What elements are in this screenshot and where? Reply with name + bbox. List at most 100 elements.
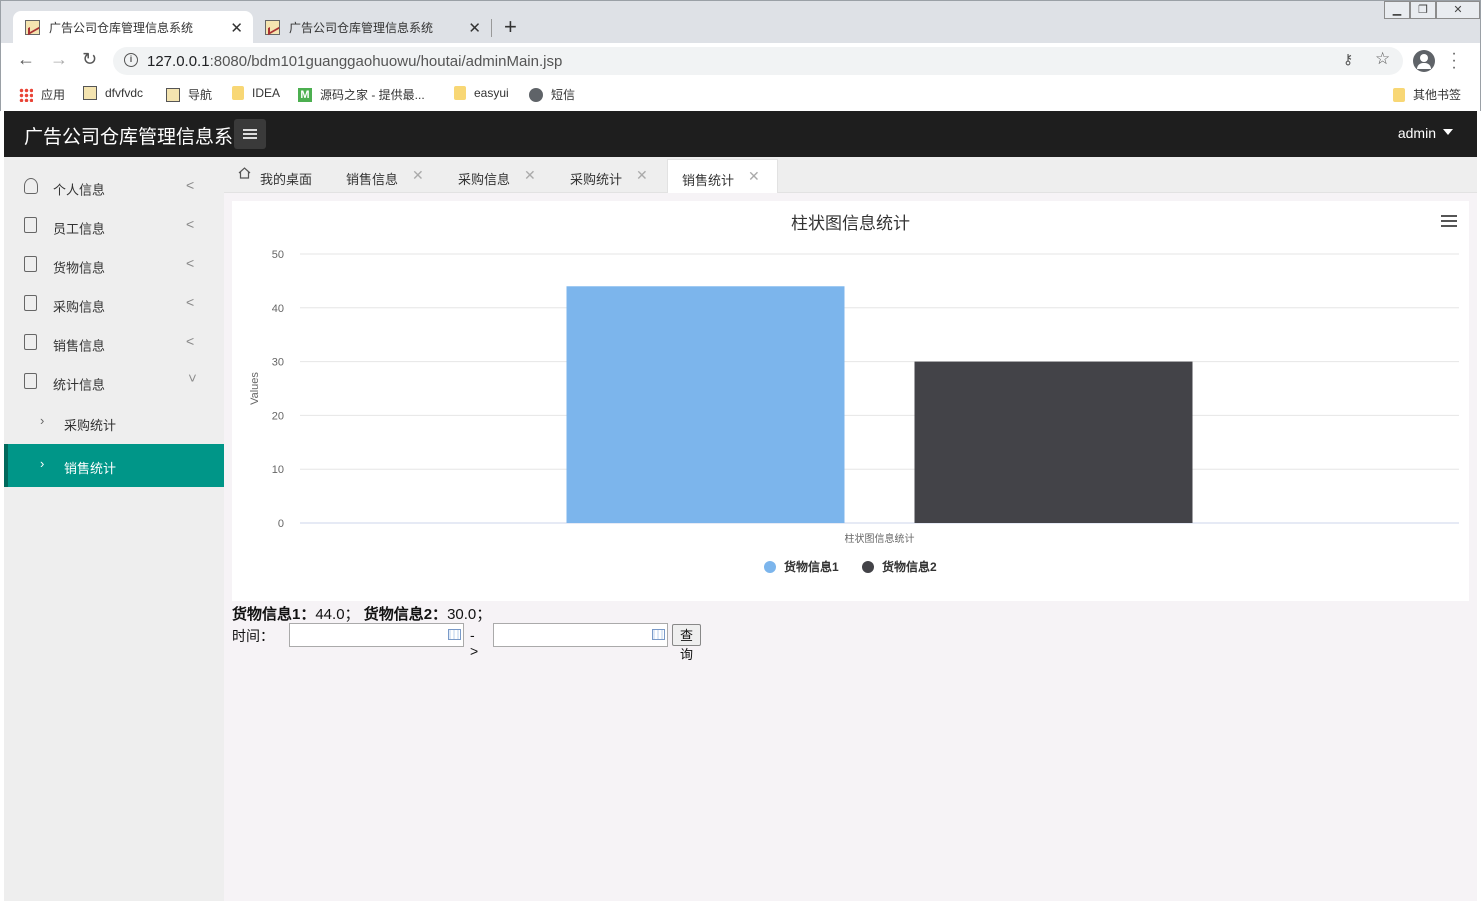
app-title: 广告公司仓库管理信息系 [24, 127, 234, 148]
browser-tab[interactable]: 广告公司仓库管理信息系统 ✕ [13, 11, 253, 44]
legend-label: 货物信息2 [882, 559, 937, 574]
chevron-left-icon: < [186, 294, 195, 310]
browser-tabstrip: 广告公司仓库管理信息系统 ✕ 广告公司仓库管理信息系统 ✕ + ▁ ❐ ✕ [0, 0, 1481, 44]
main-content: 我的桌面 销售信息 ✕ 采购信息 ✕ 采购统计 ✕ 销售统计 ✕ 柱状图信息统计… [224, 157, 1477, 901]
summary-label-1: 货物信息1： [232, 606, 316, 623]
chevron-left-icon: < [186, 177, 195, 193]
y-tick-label: 30 [272, 357, 284, 369]
sidebar-item-purchase-info[interactable]: 采购信息 < [4, 284, 224, 323]
tab-purchase-info[interactable]: 采购信息 ✕ [442, 159, 554, 193]
menu-toggle-button[interactable] [234, 119, 266, 149]
chevron-right-icon: › [40, 456, 45, 471]
tab-sales-info[interactable]: 销售信息 ✕ [330, 159, 442, 193]
sidebar: 个人信息 < 员工信息 < 货物信息 < 采购信息 < 销售信息 < 统计信息 … [4, 157, 224, 901]
start-date-input[interactable] [289, 623, 464, 647]
legend-marker [764, 561, 776, 573]
legend-label: 货物信息1 [784, 559, 839, 574]
back-icon[interactable]: ← [17, 49, 35, 70]
tab-sales-stats[interactable]: 销售统计 ✕ [667, 159, 778, 193]
chevron-right-icon: › [40, 413, 45, 428]
close-tab-icon[interactable]: ✕ [230, 19, 243, 37]
bar-2 [914, 361, 1193, 523]
profile-avatar-icon[interactable] [1413, 50, 1435, 72]
query-button[interactable]: 查询 [672, 624, 702, 662]
y-axis-label: Values [249, 372, 261, 405]
bookmarks-bar: 应用 dfvfvdc 导航 IDEA M 源码之家 - 提供最... easyui… [0, 79, 1481, 111]
tab-desktop[interactable]: 我的桌面 [224, 159, 330, 193]
sidebar-item-goods-info[interactable]: 货物信息 < [4, 245, 224, 284]
close-icon[interactable]: ✕ [748, 168, 760, 185]
apps-grid-icon [19, 87, 33, 102]
close-icon[interactable]: ✕ [524, 167, 536, 184]
folder-icon [454, 86, 466, 100]
end-date-input[interactable] [493, 623, 668, 647]
summary-value-1: 44.0； [315, 606, 360, 623]
calendar-icon[interactable] [448, 629, 461, 640]
bookmark-item[interactable]: 导航 [166, 86, 212, 103]
minimize-icon[interactable]: ▁ [1384, 1, 1410, 19]
content-tabs: 我的桌面 销售信息 ✕ 采购信息 ✕ 采购统计 ✕ 销售统计 ✕ [224, 157, 1477, 193]
bar-chart: 0 10 20 30 40 50 Values 柱状图信息统计货物信息1 货物信息2 [249, 249, 1459, 574]
user-menu[interactable]: admin [1398, 125, 1453, 141]
home-icon [238, 167, 251, 179]
chevron-left-icon: < [186, 333, 195, 349]
sidebar-subitem-sales-stats[interactable]: › 销售统计 [4, 444, 224, 487]
sidebar-item-employee-info[interactable]: 员工信息 < [4, 206, 224, 245]
chart-panel: 柱状图信息统计 0 10 20 30 40 50 Values 柱状图信息统计货物信息1 货物信… [232, 201, 1469, 601]
url-field[interactable]: i 127.0.0.1:8080/bdm101guanggaohuowu/hou… [113, 47, 1403, 75]
new-tab-icon[interactable]: + [504, 14, 517, 40]
bookmark-item[interactable]: M 源码之家 - 提供最... [298, 86, 425, 103]
forward-icon[interactable]: → [50, 49, 68, 70]
bookmark-item[interactable]: easyui [454, 86, 509, 100]
window-close-icon[interactable]: ✕ [1436, 1, 1480, 19]
chevron-down-icon: < [184, 373, 201, 383]
reload-icon[interactable]: ↻ [82, 49, 97, 70]
chevron-left-icon: < [186, 216, 195, 232]
folder-icon [1393, 87, 1405, 102]
m-logo-icon: M [298, 87, 312, 102]
time-label: 时间： [232, 628, 274, 644]
y-tick-label: 50 [272, 249, 284, 261]
document-icon [24, 256, 37, 272]
globe-icon [529, 87, 543, 102]
close-icon[interactable]: ✕ [636, 167, 648, 184]
site-favicon-icon [25, 20, 40, 35]
summary-text: 货物信息1：44.0； 货物信息2：30.0； [232, 603, 491, 624]
sidebar-subitem-purchase-stats[interactable]: › 采购统计 [4, 401, 224, 444]
y-tick-label: 10 [272, 464, 284, 476]
url-text: 127.0.0.1:8080/bdm101guanggaohuowu/houta… [147, 53, 563, 70]
sidebar-item-sales-info[interactable]: 销售信息 < [4, 323, 224, 362]
legend-marker [862, 561, 874, 573]
bookmark-item[interactable]: dfvfvdc [83, 86, 143, 100]
app-header: 广告公司仓库管理信息系 admin [4, 111, 1477, 157]
tab-purchase-stats[interactable]: 采购统计 ✕ [554, 159, 666, 193]
sidebar-item-personal-info[interactable]: 个人信息 < [4, 167, 224, 206]
y-tick-label: 0 [278, 518, 284, 530]
bookmark-item[interactable]: 应用 [19, 86, 65, 103]
restore-icon[interactable]: ❐ [1410, 1, 1436, 19]
document-icon [24, 334, 37, 350]
user-icon [24, 178, 38, 194]
key-icon[interactable]: ⚷ [1343, 51, 1353, 68]
site-favicon-icon [166, 87, 180, 102]
sidebar-item-statistics[interactable]: 统计信息 < [4, 362, 224, 401]
x-tick-label: 柱状图信息统计 [845, 532, 915, 545]
star-icon[interactable]: ☆ [1375, 49, 1390, 69]
folder-icon [232, 86, 244, 100]
browser-tab-title: 广告公司仓库管理信息系统 [49, 21, 194, 35]
browser-menu-icon[interactable]: · · · [1451, 46, 1457, 76]
close-icon[interactable]: ✕ [412, 167, 424, 184]
browser-tab[interactable]: 广告公司仓库管理信息系统 ✕ [253, 11, 491, 44]
y-tick-label: 40 [272, 303, 284, 315]
summary-label-2: 货物信息2： [363, 606, 448, 623]
bar-1 [566, 286, 845, 523]
other-bookmarks[interactable]: 其他书签 [1393, 86, 1461, 103]
calendar-icon[interactable] [652, 629, 665, 640]
close-tab-icon[interactable]: ✕ [468, 19, 481, 37]
range-separator: -> [470, 627, 479, 659]
bookmark-item[interactable]: IDEA [232, 86, 280, 100]
chevron-left-icon: < [186, 255, 195, 271]
site-info-icon[interactable]: i [124, 53, 138, 67]
bookmark-item[interactable]: 短信 [529, 86, 575, 103]
y-tick-label: 20 [272, 410, 284, 422]
